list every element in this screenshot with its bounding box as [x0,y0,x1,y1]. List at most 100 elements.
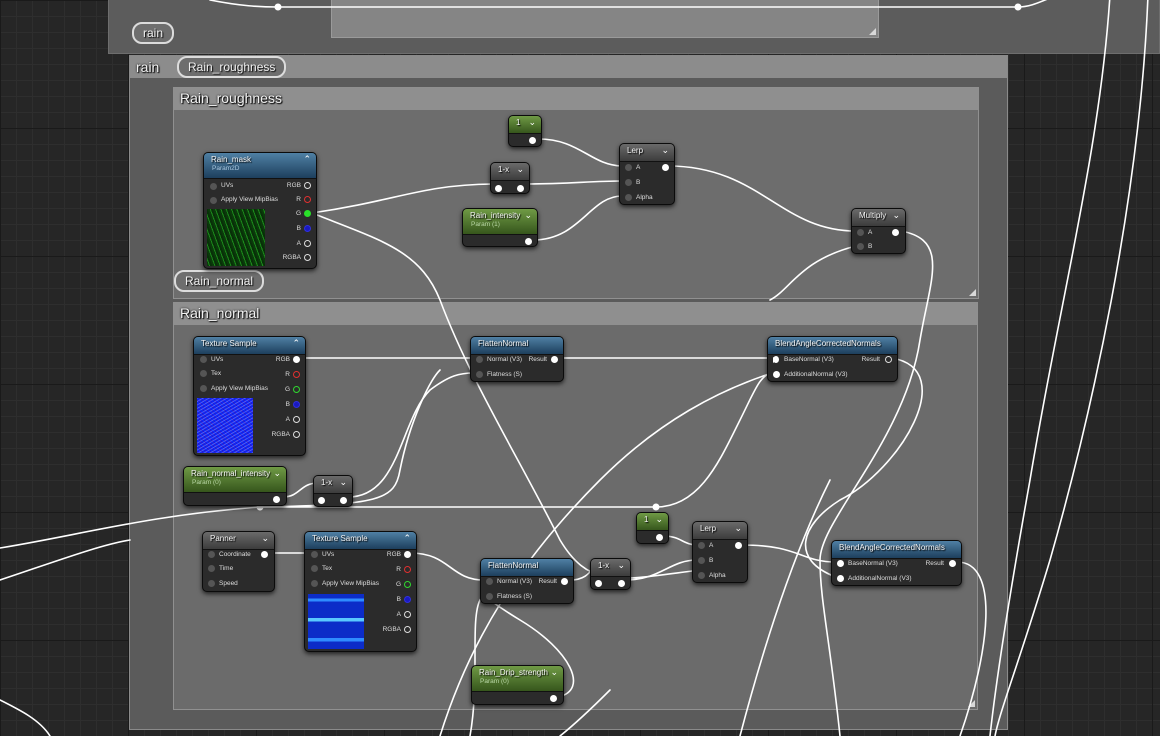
output-pin-rgba-icon[interactable] [293,431,300,438]
input-pin-icon[interactable] [837,575,844,582]
output-pin-rgb-icon[interactable] [293,356,300,363]
collapse-chevron-icon[interactable]: ⌄ [273,469,281,478]
constant-one-node[interactable]: 1 ⌄ [508,115,542,147]
input-pin-icon[interactable] [311,551,318,558]
node-header[interactable]: 1-x ⌄ [314,476,352,494]
node-header[interactable]: Lerp ⌄ [693,522,747,540]
output-pin-r-icon[interactable] [293,371,300,378]
output-pin-g-icon[interactable] [293,386,300,393]
output-pin-icon[interactable] [618,580,625,587]
output-pin-icon[interactable] [550,695,557,702]
input-pin-icon[interactable] [625,164,632,171]
input-pin-icon[interactable] [476,356,483,363]
node-header[interactable]: 1-x ⌄ [591,559,630,577]
collapse-chevron-icon[interactable]: ⌄ [550,668,558,677]
node-header[interactable]: FlattenNormal [481,559,573,577]
output-pin-icon[interactable] [949,560,956,567]
output-pin-rgba-icon[interactable] [304,254,311,261]
input-pin-icon[interactable] [318,497,325,504]
input-pin-icon[interactable] [495,185,502,192]
input-pin-icon[interactable] [200,356,207,363]
input-pin-icon[interactable] [773,371,780,378]
output-pin-rgb-icon[interactable] [404,551,411,558]
collapse-chevron-icon[interactable]: ⌄ [339,478,347,487]
output-pin-icon[interactable] [273,496,280,503]
output-pin-g-icon[interactable] [304,210,311,217]
collapse-chevron-icon[interactable]: ⌄ [524,211,532,220]
input-pin-icon[interactable] [698,542,705,549]
collapse-chevron-icon[interactable]: ⌄ [734,524,742,533]
output-pin-rgba-icon[interactable] [404,626,411,633]
output-pin-b-icon[interactable] [404,596,411,603]
node-header[interactable]: Texture Sample ⌃ [194,337,305,355]
output-pin-g-icon[interactable] [404,581,411,588]
one-minus-node[interactable]: 1-x ⌄ [590,558,631,590]
node-header[interactable]: Rain_normal_intensity Param (0) ⌄ [184,467,286,493]
blend-angle-corrected-normals-node[interactable]: BlendAngleCorrectedNormals BaseNormal (V… [831,540,962,586]
output-pin-icon[interactable] [735,542,742,549]
output-pin-icon[interactable] [656,534,663,541]
output-pin-icon[interactable] [517,185,524,192]
collapse-chevron-icon[interactable]: ⌄ [661,146,669,155]
input-pin-icon[interactable] [595,580,602,587]
one-minus-node[interactable]: 1-x ⌄ [313,475,353,507]
lerp-node[interactable]: Lerp ⌄ A B Alpha [619,143,675,205]
input-pin-icon[interactable] [311,565,318,572]
node-header[interactable]: Rain_intensity Param (1) ⌄ [463,209,537,235]
output-pin-a-icon[interactable] [304,240,311,247]
output-pin-icon[interactable] [561,578,568,585]
output-pin-icon[interactable] [340,497,347,504]
rain-drip-strength-param-node[interactable]: Rain_Drip_strength Param (0) ⌄ [471,665,564,705]
node-header[interactable]: 1-x ⌄ [491,163,529,181]
collapse-chevron-icon[interactable]: ⌄ [617,561,625,570]
output-pin-b-icon[interactable] [293,401,300,408]
output-pin-icon[interactable] [529,137,536,144]
flatten-normal-node[interactable]: FlattenNormal Normal (V3) Flatness (S) R… [480,558,574,604]
output-pin-r-icon[interactable] [404,566,411,573]
multiply-node[interactable]: Multiply ⌄ A B [851,208,906,254]
input-pin-icon[interactable] [625,179,632,186]
input-pin-icon[interactable] [210,183,217,190]
node-header[interactable]: 1 ⌄ [509,116,541,134]
input-pin-icon[interactable] [208,551,215,558]
input-pin-icon[interactable] [476,371,483,378]
node-header[interactable]: Texture Sample ⌃ [305,532,416,550]
collapse-chevron-icon[interactable]: ⌄ [892,211,900,220]
output-pin-b-icon[interactable] [304,225,311,232]
output-pin-rgb-icon[interactable] [304,182,311,189]
blend-angle-corrected-normals-node[interactable]: BlendAngleCorrectedNormals BaseNormal (V… [767,336,898,382]
node-header[interactable]: BlendAngleCorrectedNormals [768,337,897,355]
input-pin-icon[interactable] [210,197,217,204]
input-pin-icon[interactable] [698,557,705,564]
rain-normal-intensity-param-node[interactable]: Rain_normal_intensity Param (0) ⌄ [183,466,287,506]
input-pin-icon[interactable] [837,560,844,567]
collapse-chevron-icon[interactable]: ⌄ [528,118,536,127]
rain-mask-node[interactable]: Rain_mask Param2D ⌃ UVs Apply View MipBi… [203,152,317,269]
input-pin-icon[interactable] [208,580,215,587]
input-pin-icon[interactable] [698,572,705,579]
node-header[interactable]: BlendAngleCorrectedNormals [832,541,961,559]
input-pin-icon[interactable] [625,194,632,201]
flatten-normal-node[interactable]: FlattenNormal Normal (V3) Flatness (S) R… [470,336,564,382]
constant-one-node[interactable]: 1 ⌄ [636,512,669,544]
lerp-node[interactable]: Lerp ⌄ A B Alpha [692,521,748,583]
output-pin-a-icon[interactable] [404,611,411,618]
texture-sample-node[interactable]: Texture Sample ⌃ UVs Tex Apply View MipB… [304,531,417,652]
input-pin-icon[interactable] [486,593,493,600]
collapse-chevron-icon[interactable]: ⌃ [303,155,311,164]
collapse-chevron-icon[interactable]: ⌄ [516,165,524,174]
input-pin-icon[interactable] [486,578,493,585]
input-pin-icon[interactable] [773,356,779,363]
input-pin-icon[interactable] [208,565,215,572]
collapse-chevron-icon[interactable]: ⌄ [261,534,269,543]
node-header[interactable]: 1 ⌄ [637,513,668,531]
output-pin-icon[interactable] [551,356,558,363]
output-pin-icon[interactable] [885,356,892,363]
collapse-chevron-icon[interactable]: ⌃ [292,339,300,348]
input-pin-icon[interactable] [200,385,207,392]
output-pin-icon[interactable] [261,551,268,558]
collapse-chevron-icon[interactable]: ⌄ [655,515,663,524]
input-pin-icon[interactable] [857,243,864,250]
panner-node[interactable]: Panner ⌄ Coordinate Time Speed [202,531,275,592]
node-header[interactable]: Rain_mask Param2D ⌃ [204,153,316,179]
